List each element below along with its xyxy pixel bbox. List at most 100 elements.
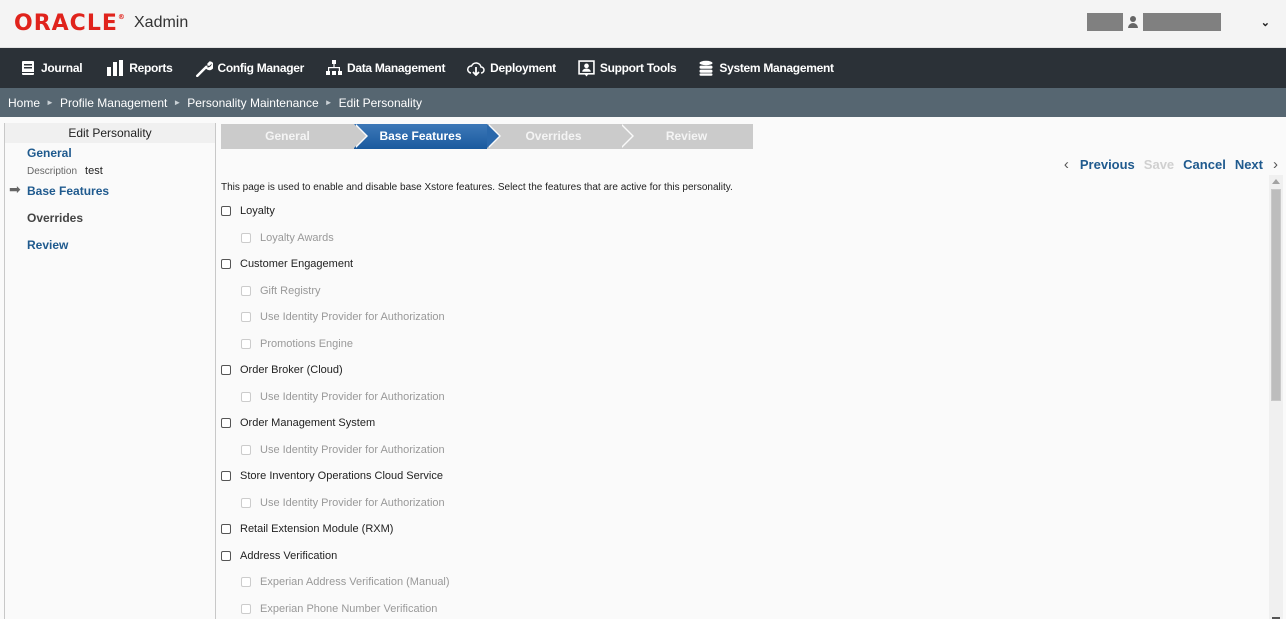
previous-button[interactable]: Previous — [1080, 157, 1135, 172]
feature-item: Promotions Engine — [241, 338, 353, 350]
feature-checkbox — [241, 497, 251, 508]
redacted-user-block — [1086, 13, 1123, 31]
feature-checkbox — [241, 391, 251, 402]
app-name: Xadmin — [134, 14, 189, 31]
sidebar-item-review[interactable]: Review — [27, 238, 68, 252]
wizard-sidebar: Edit Personality General Description test… — [4, 123, 216, 619]
nav-label: Reports — [129, 61, 173, 75]
sidebar-item-general[interactable]: General — [27, 146, 72, 160]
breadcrumb-profile-management[interactable]: Profile Management — [60, 96, 167, 110]
nav-support-tools[interactable]: Support Tools — [578, 59, 677, 77]
vertical-scrollbar[interactable] — [1269, 175, 1283, 619]
feature-checkbox — [241, 577, 251, 587]
chevron-down-icon[interactable]: ⌄ — [1261, 16, 1270, 29]
feature-label: Address Verification — [240, 549, 338, 562]
hierarchy-icon — [325, 60, 342, 75]
feature-item: Use Identity Provider for Authorization — [241, 391, 445, 403]
feature-checkbox[interactable] — [221, 524, 231, 534]
nav-deployment[interactable]: Deployment — [467, 60, 556, 76]
feature-label: Use Identity Provider for Authorization — [260, 311, 445, 323]
nav-label: Deployment — [490, 61, 556, 75]
sidebar-item-base-features[interactable]: Base Features — [27, 184, 109, 198]
feature-item[interactable]: Retail Extension Module (RXM) — [221, 523, 393, 535]
description-label: Description — [27, 166, 78, 177]
feature-item: Use Identity Provider for Authorization — [241, 311, 445, 323]
chevron-left-icon[interactable]: ‹ — [1064, 156, 1069, 173]
nav-label: Data Management — [346, 61, 446, 75]
feature-item[interactable]: Order Broker (Cloud) — [221, 364, 343, 376]
feature-item: Use Identity Provider for Authorization — [241, 444, 445, 456]
feature-checkbox[interactable] — [221, 550, 231, 561]
nav-system-management[interactable]: System Management — [698, 59, 834, 77]
feature-checkbox — [241, 603, 251, 614]
step-label: Base Features — [379, 129, 462, 143]
cancel-button[interactable]: Cancel — [1183, 157, 1226, 172]
breadcrumb-edit-personality: Edit Personality — [338, 95, 422, 110]
feature-item[interactable]: Loyalty — [221, 205, 275, 217]
step-label: Overrides — [525, 129, 582, 143]
oracle-logo: ORACLE® — [14, 11, 126, 36]
feature-checkbox — [241, 338, 251, 349]
feature-label: Loyalty — [240, 205, 275, 217]
feature-item[interactable]: Address Verification — [221, 550, 337, 562]
user-menu[interactable]: ⌄ — [1086, 13, 1270, 31]
main-nav: Journal Reports Config Manager Data Mana… — [0, 48, 1286, 88]
sidebar-description: Description test — [27, 165, 103, 177]
feature-label: Loyalty Awards — [260, 231, 334, 244]
feature-label: Use Identity Provider for Authorization — [260, 496, 445, 509]
step-label: General — [265, 129, 310, 143]
feature-checkbox[interactable] — [221, 365, 231, 375]
sidebar-title: Edit Personality — [5, 123, 215, 143]
breadcrumb-home[interactable]: Home — [8, 96, 40, 110]
breadcrumb-separator-icon: ► — [324, 98, 333, 107]
feature-label: Store Inventory Operations Cloud Service — [240, 470, 443, 482]
user-icon — [1127, 16, 1139, 28]
feature-item: Loyalty Awards — [241, 232, 334, 244]
redacted-username — [1142, 13, 1221, 31]
wrench-icon — [195, 61, 213, 77]
nav-label: System Management — [719, 61, 834, 75]
next-button[interactable]: Next — [1235, 157, 1263, 172]
feature-label: Order Management System — [240, 417, 376, 429]
sidebar-item-overrides[interactable]: Overrides — [27, 211, 83, 225]
nav-data-management[interactable]: Data Management — [325, 60, 446, 76]
feature-checkbox[interactable] — [221, 418, 231, 428]
wizard-steps: General Base Features Overrides Review — [221, 124, 753, 149]
nav-label: Journal — [41, 61, 83, 75]
feature-checkbox — [241, 444, 251, 455]
app-header: ORACLE® Xadmin ⌄ — [0, 0, 1286, 48]
feature-item: Use Identity Provider for Authorization — [241, 497, 445, 509]
breadcrumb-separator-icon: ► — [173, 98, 182, 107]
nav-config-manager[interactable]: Config Manager — [195, 59, 304, 77]
save-button[interactable]: Save — [1144, 157, 1174, 172]
feature-label: Retail Extension Module (RXM) — [240, 523, 394, 535]
feature-checkbox[interactable] — [221, 206, 231, 216]
feature-checkbox[interactable] — [221, 259, 231, 269]
cloud-download-icon — [467, 62, 485, 76]
feature-checkbox[interactable] — [221, 471, 231, 481]
feature-label: Customer Engagement — [240, 258, 354, 270]
feature-label: Experian Address Verification (Manual) — [260, 576, 450, 588]
step-general[interactable]: General — [221, 124, 368, 149]
feature-checkbox — [241, 312, 251, 322]
scroll-up-arrow-icon[interactable] — [1272, 179, 1280, 184]
support-person-icon — [578, 59, 595, 76]
step-overrides[interactable]: Overrides — [487, 124, 634, 149]
scroll-thumb[interactable] — [1271, 189, 1281, 401]
nav-label: Config Manager — [217, 61, 305, 75]
step-base-features[interactable]: Base Features — [354, 124, 501, 149]
page-instructions: This page is used to enable and disable … — [221, 182, 733, 193]
breadcrumb-personality-maintenance[interactable]: Personality Maintenance — [187, 96, 318, 110]
nav-journal[interactable]: Journal — [20, 60, 83, 76]
breadcrumb: Home ► Profile Management ► Personality … — [0, 88, 1286, 117]
breadcrumb-separator-icon: ► — [46, 98, 54, 107]
nav-reports[interactable]: Reports — [104, 60, 173, 76]
feature-checkbox — [241, 285, 251, 296]
feature-label: Promotions Engine — [260, 337, 353, 350]
step-review[interactable]: Review — [620, 124, 753, 149]
feature-item[interactable]: Customer Engagement — [221, 258, 353, 270]
feature-item[interactable]: Store Inventory Operations Cloud Service — [221, 470, 443, 482]
feature-item[interactable]: Order Management System — [221, 417, 375, 429]
wizard-actions: ‹ Previous Save Cancel Next › — [1064, 156, 1278, 173]
chevron-right-icon[interactable]: › — [1273, 156, 1278, 173]
